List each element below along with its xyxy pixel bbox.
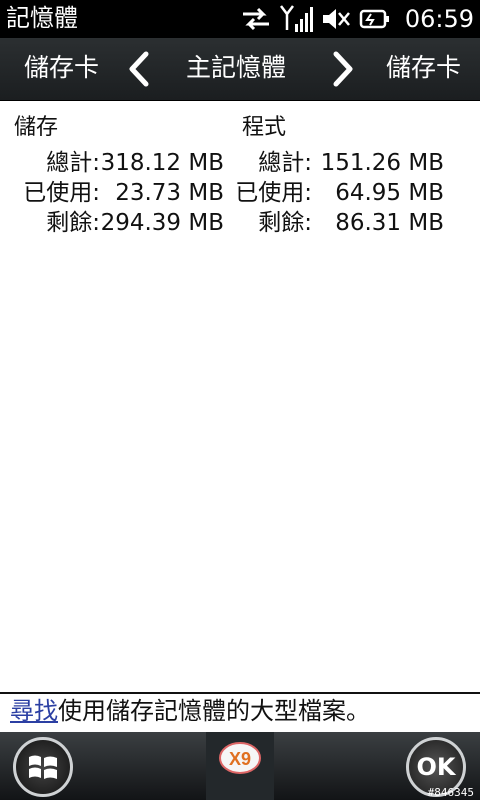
volume-muted-icon[interactable] [321,5,351,33]
start-button[interactable] [13,737,73,797]
storage-total-value: 318.12 MB [100,150,224,176]
windows-flag-icon [29,755,57,779]
tab-bar: 儲存卡 主記憶體 儲存卡 [0,38,480,101]
program-used-row: 已使用: 64.95 MB [235,178,480,208]
app-title: 記憶體 [6,4,78,32]
program-free-row: 剩餘: 86.31 MB [240,208,480,238]
program-used-label: 已使用: [235,180,312,206]
divider [0,692,480,694]
data-sync-icon[interactable] [241,6,271,32]
softkey-bar: X9 OK #846345 [0,732,480,800]
large-files-hint: 尋找使用儲存記憶體的大型檔案。 [10,696,370,726]
program-used-value: 64.95 MB [335,180,444,206]
battery-charging-icon[interactable] [359,6,393,32]
program-section-title: 程式 [242,115,287,140]
storage-used-row: 已使用: 23.73 MB [0,178,240,208]
program-total-label: 總計: [258,150,312,176]
storage-section-title: 儲存 [14,115,59,140]
memory-content: 儲存 程式 總計: 318.12 MB 已使用: 23.73 MB 剩餘: 29… [0,100,480,692]
program-total-value: 151.26 MB [320,150,444,176]
chevron-right-icon[interactable] [328,50,358,88]
storage-used-label: 已使用: [23,180,100,206]
tab-storage-card-left[interactable]: 儲存卡 [24,52,99,84]
storage-used-value: 23.73 MB [115,180,224,206]
program-free-label: 剩餘: [258,210,312,236]
storage-total-label: 總計: [46,150,100,176]
center-softkey-slot: X9 [206,732,274,800]
hint-text: 使用儲存記憶體的大型檔案。 [58,697,370,725]
x9-app-label: X9 [229,749,251,769]
status-bar: 記憶體 06:59 [0,0,480,38]
program-total-row: 總計: 151.26 MB [240,148,480,178]
status-icons: 06:59 [241,3,474,35]
storage-free-label: 剩餘: [46,210,100,236]
chevron-left-icon[interactable] [124,50,154,88]
program-free-value: 86.31 MB [335,210,444,236]
tab-main-memory[interactable]: 主記憶體 [186,52,286,84]
clock: 06:59 [404,5,474,33]
watermark: #846345 [427,786,474,799]
x9-app-icon[interactable]: X9 [215,740,265,776]
tab-storage-card-right[interactable]: 儲存卡 [386,52,461,84]
signal-icon[interactable] [279,4,313,34]
storage-total-row: 總計: 318.12 MB [0,148,240,178]
storage-free-value: 294.39 MB [100,210,224,236]
find-link[interactable]: 尋找 [10,697,58,725]
storage-free-row: 剩餘: 294.39 MB [0,208,240,238]
